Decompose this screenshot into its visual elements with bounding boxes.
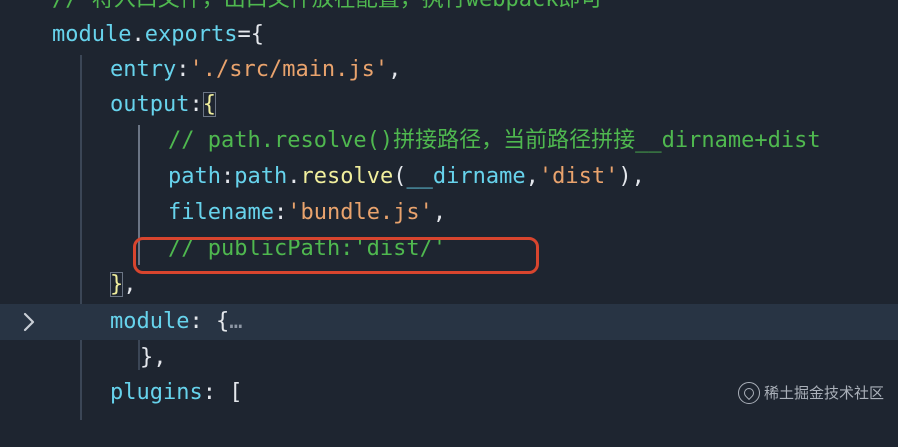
code-text: plugins: [ [110,375,242,411]
code-text: output:{ [110,87,216,123]
code-text: filename:'bundle.js', [168,195,446,231]
code-line-comment-top: // 将入口文件，出口文件放在配置，执行webpack即可 [0,0,898,18]
token-comma: , [432,200,447,225]
token-equals: = [237,22,251,47]
token-brace-matched: { [202,92,216,117]
code-text: path:path.resolve(__dirname,'dist'), [168,159,645,195]
token-brace: { [215,309,230,334]
token-key: plugins [110,380,203,405]
token-dot: . [287,164,301,189]
code-text: }, [110,267,137,303]
token-colon: : [273,200,288,225]
token-brace-matched: } [110,272,124,297]
fold-ellipsis[interactable]: … [229,309,242,334]
token-paren-close: ) [618,164,632,189]
token-colon: : [176,57,190,82]
token-function: resolve [300,164,394,189]
code-text: }, [140,340,167,376]
token-paren-open: ( [393,164,407,189]
code-line-module-exports: module.exports={ [0,17,898,53]
token-string: 'dist' [538,164,619,189]
token-bracket: [ [229,380,243,405]
token-brace: } [140,345,154,370]
code-line-module-close: }, [0,340,898,376]
token-key: module [110,309,190,334]
token-property: exports [144,22,238,47]
token-key: entry [110,57,177,82]
code-line-entry: entry:'./src/main.js', [0,52,898,88]
code-line-path-comment: // path.resolve()拼接路径，当前路径拼接__dirname+di… [0,123,898,159]
token-comma: , [153,345,167,370]
token-colon: : [189,309,203,334]
juejin-logo-icon [737,381,760,404]
token-colon: : [202,380,216,405]
token-comma: , [388,57,402,82]
token-string: 'bundle.js' [287,200,433,225]
token-dot: . [131,22,145,47]
code-line-filename: filename:'bundle.js', [0,195,898,231]
code-comment: // 将入口文件，出口文件放在配置，执行webpack即可 [52,0,602,18]
token-colon: : [189,92,203,117]
token-key: path [168,164,221,189]
token-comma: , [123,272,137,297]
code-line-module-folded[interactable]: module: {… [0,304,898,340]
token-key: output [110,92,190,117]
token-comma: , [631,164,645,189]
code-comment: // path.resolve()拼接路径，当前路径拼接__dirname+di… [168,128,821,153]
code-text: module.exports={ [52,17,264,53]
code-text: module: {… [110,304,242,340]
chevron-right-icon[interactable] [18,309,40,335]
watermark-text: 稀土掘金技术社区 [763,384,884,402]
code-line-output: output:{ [0,87,898,123]
watermark: 稀土掘金技术社区 [737,380,884,406]
token-string: './src/main.js' [189,57,389,82]
token-object: path [234,164,288,189]
token-colon: : [220,164,235,189]
token-key: filename [168,200,274,225]
token-comma: , [525,164,539,189]
code-line-path: path:path.resolve(__dirname,'dist'), [0,159,898,195]
token-brace: { [250,22,264,47]
token-argument: __dirname [406,164,526,189]
code-text: entry:'./src/main.js', [110,52,401,88]
highlight-annotation-box [133,237,539,274]
token-object: module [52,22,132,47]
